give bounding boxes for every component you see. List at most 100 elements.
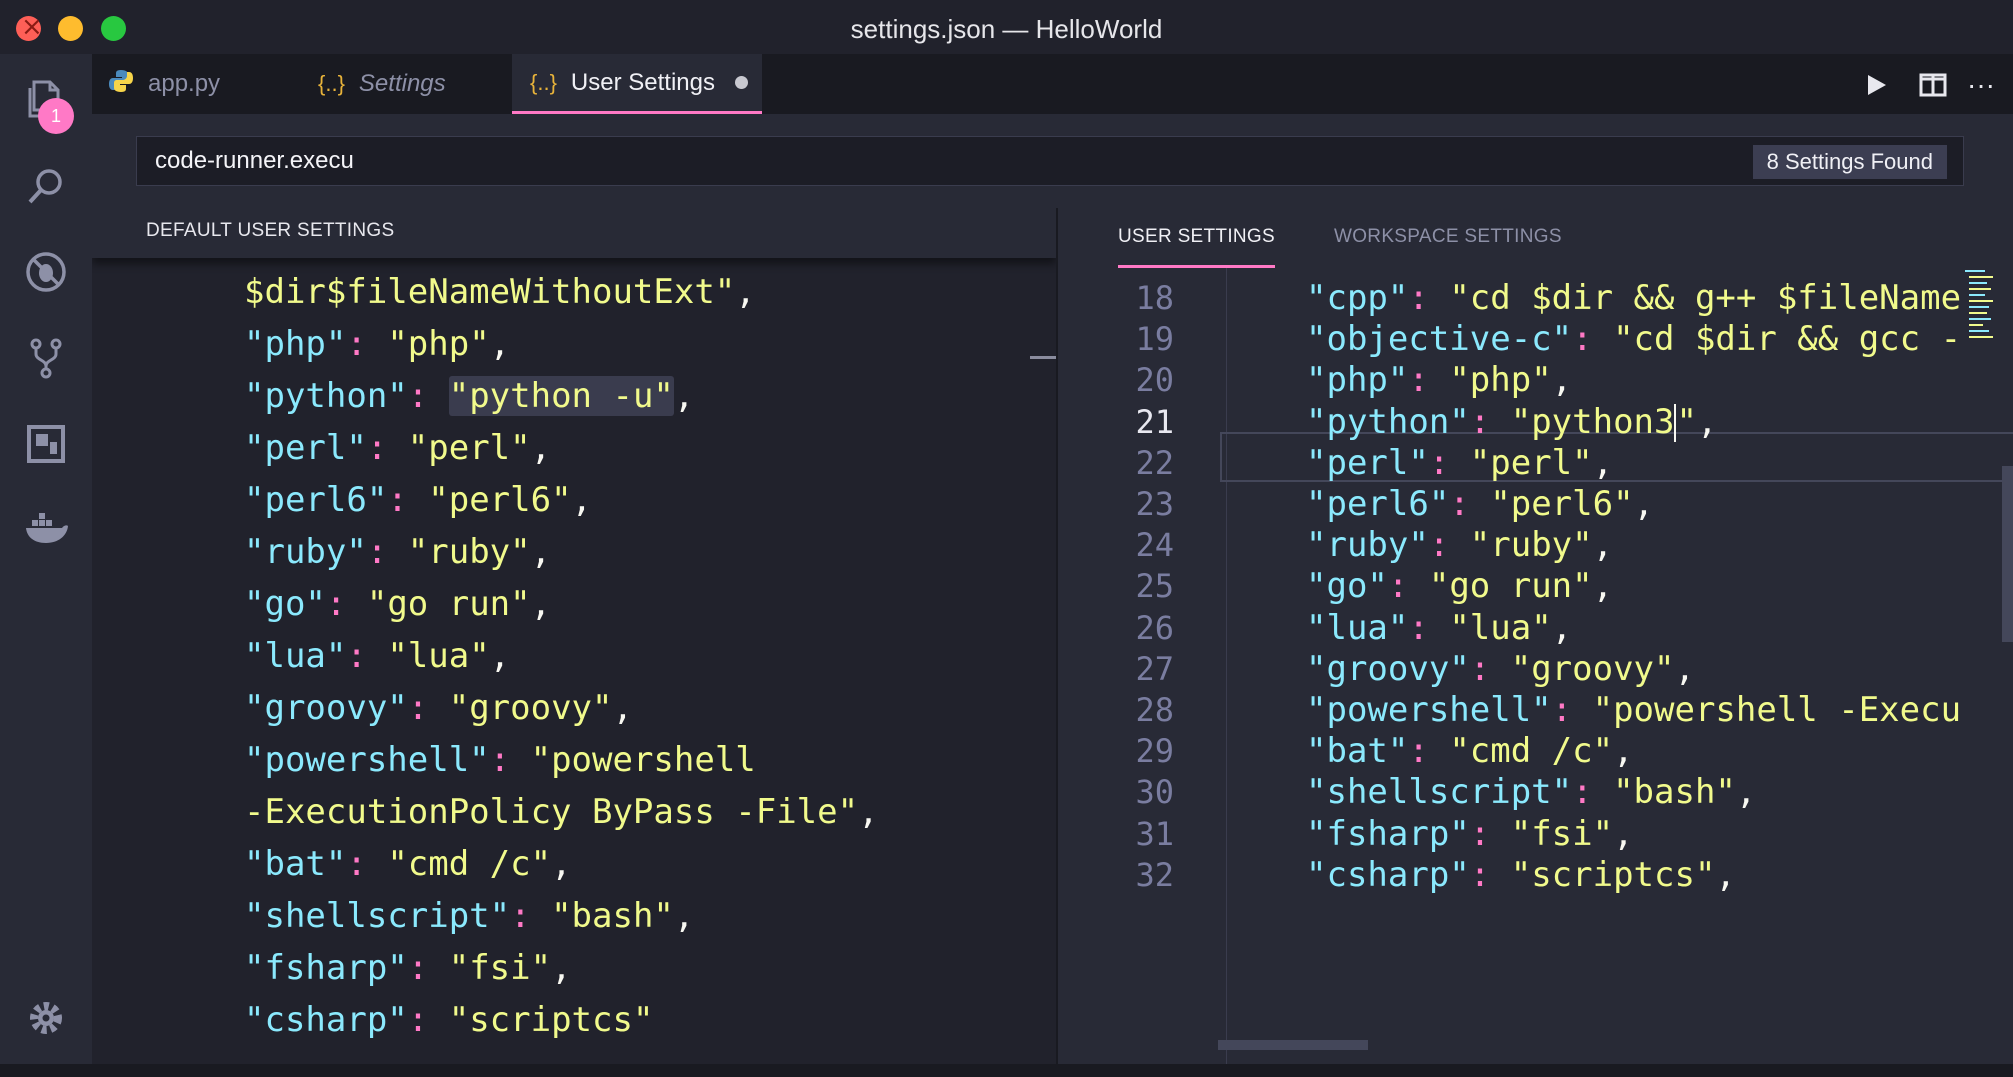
json-value: "ruby": [1469, 525, 1593, 566]
title-bar: settings.json — HelloWorld: [0, 0, 2013, 54]
json-punctuation: ,: [858, 792, 879, 832]
json-punctuation: :: [1469, 401, 1511, 442]
json-value: "cmd /c": [1449, 731, 1614, 772]
json-punctuation: :: [1551, 690, 1593, 730]
status-bar: [0, 1064, 2013, 1077]
json-key: "lua": [1306, 607, 1409, 648]
json-punctuation: :: [1572, 319, 1614, 360]
json-key: "bat": [1306, 731, 1409, 772]
json-punctuation: ,: [612, 688, 633, 728]
tab-user-settings[interactable]: {..} User Settings: [512, 54, 762, 114]
json-key: "python": [1306, 401, 1470, 442]
window-title: settings.json — HelloWorld: [850, 14, 1163, 44]
json-value: "bash": [551, 896, 674, 936]
tab-label: User Settings: [570, 68, 715, 96]
json-punctuation: ,: [1551, 607, 1573, 648]
json-punctuation: :: [1387, 566, 1429, 607]
settings-scope-tabs: USER SETTINGS WORKSPACE SETTINGS: [1058, 208, 2013, 268]
settings-search-input[interactable]: [137, 137, 1537, 185]
code-line[interactable]: "fsharp": "fsi",: [244, 942, 572, 994]
code-line[interactable]: "lua": "lua",: [244, 630, 510, 682]
json-punctuation: :: [407, 1000, 449, 1040]
json-punctuation: :: [1572, 772, 1614, 813]
json-punctuation: :: [1408, 360, 1450, 401]
json-key: "groovy": [1306, 648, 1470, 689]
json-value: "cd $dir && g++ $fileName: [1449, 278, 1962, 318]
json-punctuation: :: [1428, 525, 1470, 566]
json-punctuation: :: [346, 844, 388, 884]
json-value: "perl": [407, 428, 531, 468]
json-key: "shellscript": [1306, 772, 1573, 813]
json-value: "powershell -Execu: [1592, 690, 1962, 730]
json-key: "go": [1306, 566, 1388, 607]
tab-workspace-settings-scope[interactable]: WORKSPACE SETTINGS: [1334, 226, 1562, 268]
horizontal-scrollbar[interactable]: [1218, 1040, 1368, 1050]
run-icon[interactable]: [1860, 68, 1894, 102]
json-punctuation: ,: [1592, 566, 1614, 607]
json-key: "shellscript": [244, 896, 511, 936]
json-punctuation: :: [407, 688, 449, 728]
more-actions-icon[interactable]: ···: [1964, 68, 1998, 102]
json-value: "powershell: [530, 740, 756, 780]
vertical-scrollbar[interactable]: [2002, 466, 2013, 642]
code-line[interactable]: "perl6": "perl6",: [244, 474, 592, 526]
json-punctuation: :: [366, 532, 408, 572]
code-line[interactable]: "php": "php",: [244, 318, 510, 370]
json-punctuation: ,: [1592, 442, 1614, 483]
json-punctuation: ,: [530, 428, 552, 468]
source-control-icon[interactable]: [22, 334, 70, 382]
tab-settings[interactable]: {..} Settings: [298, 54, 512, 114]
json-punctuation: :: [1449, 484, 1491, 524]
tab-app-py[interactable]: app.py: [92, 54, 298, 114]
tab-label: app.py: [148, 70, 221, 97]
default-settings-pane[interactable]: DEFAULT USER SETTINGS $fileNameWithoutEx…: [92, 208, 1056, 1064]
json-value: "ruby": [407, 532, 531, 572]
json-punctuation: :: [407, 376, 449, 416]
code-line[interactable]: "python": "python -u",: [244, 370, 694, 422]
debug-icon[interactable]: [22, 248, 70, 296]
editor-tab-bar: app.py {..} Settings {..} User Settings …: [92, 54, 2013, 114]
activity-bar: 1: [0, 54, 92, 1064]
json-value: "go run": [366, 584, 531, 624]
settings-search-box: 8 Settings Found: [136, 136, 1964, 186]
json-punctuation: ,: [1696, 401, 1718, 442]
line-number: 32: [1135, 855, 1174, 894]
code-line[interactable]: "bat": "cmd /c",: [244, 838, 572, 890]
json-punctuation: :: [1408, 731, 1450, 772]
user-settings-pane[interactable]: USER SETTINGS WORKSPACE SETTINGS 18 "cpp"…: [1056, 208, 2013, 1064]
json-key: "perl": [244, 428, 367, 468]
json-value: "bash": [1613, 772, 1736, 813]
json-value: "lua": [387, 636, 490, 676]
docker-icon[interactable]: [22, 504, 70, 552]
code-line[interactable]: "shellscript": "bash",: [244, 890, 694, 942]
json-punctuation: ,: [1551, 360, 1573, 401]
tab-user-settings-scope[interactable]: USER SETTINGS: [1118, 226, 1275, 268]
code-line[interactable]: "csharp": "scriptcs": [244, 994, 653, 1046]
code-line[interactable]: $dir$fileNameWithoutExt",: [244, 266, 756, 318]
code-line[interactable]: "go": "go run",: [244, 578, 551, 630]
gear-icon[interactable]: [22, 994, 70, 1042]
json-punctuation: :: [1428, 442, 1470, 483]
code-line[interactable]: "perl": "perl",: [244, 422, 551, 474]
json-punctuation: :: [1469, 648, 1511, 689]
split-editor-icon[interactable]: [1916, 68, 1950, 102]
json-key: "powershell": [1306, 690, 1552, 730]
minimap[interactable]: [1965, 268, 1995, 358]
indent-guide: [1226, 268, 1227, 1064]
code-line[interactable]: "csharp": "scriptcs",: [1306, 849, 1736, 901]
code-line[interactable]: -ExecutionPolicy ByPass -File",: [244, 786, 879, 838]
json-punctuation: :: [1469, 854, 1511, 895]
json-key: "cpp": [1306, 278, 1409, 318]
json-value: "perl": [1469, 442, 1593, 483]
unsaved-dot-icon[interactable]: [734, 76, 748, 89]
code-line[interactable]: "groovy": "groovy",: [244, 682, 633, 734]
code-line[interactable]: "ruby": "ruby",: [244, 526, 551, 578]
json-punctuation: ,: [489, 324, 511, 364]
code-line[interactable]: "powershell": "powershell: [244, 734, 756, 786]
settings-found-count: 8 Settings Found: [1752, 145, 1947, 179]
json-value: ": [1676, 401, 1697, 442]
json-punctuation: ,: [489, 636, 511, 676]
search-icon[interactable]: [22, 162, 70, 210]
json-punctuation: ,: [1674, 648, 1695, 689]
extensions-icon[interactable]: [22, 420, 70, 468]
